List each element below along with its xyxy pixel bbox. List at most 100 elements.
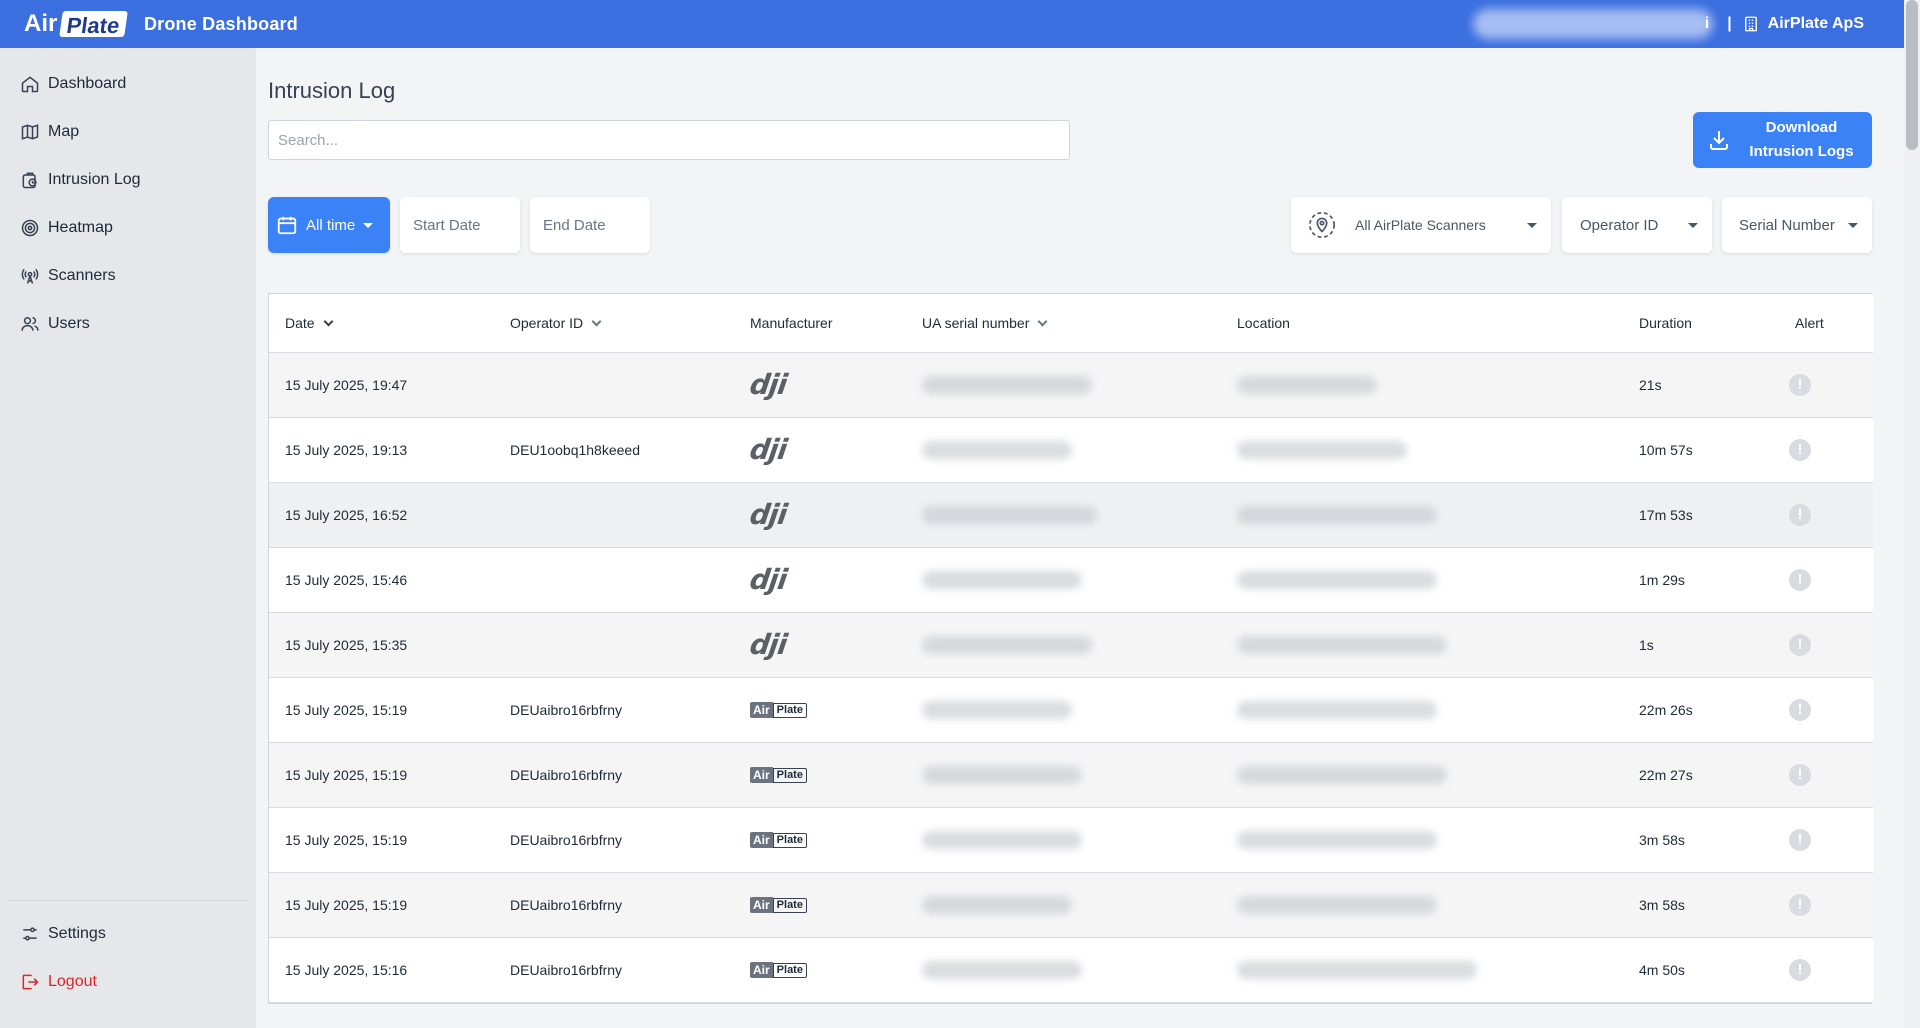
- redacted-location: [1237, 635, 1447, 654]
- cell-alert: !: [1779, 352, 1873, 418]
- sidebar-item-users[interactable]: Users: [0, 300, 256, 348]
- redacted-location: [1237, 505, 1437, 524]
- alert-icon[interactable]: !: [1789, 438, 1811, 461]
- table-row[interactable]: 15 July 2025, 15:19 DEUaibro16rbfrny Air Pl…: [269, 872, 1873, 938]
- cell-duration: 1m 29s: [1623, 547, 1779, 613]
- redacted-location: [1237, 440, 1407, 459]
- cell-ua-serial: [906, 482, 1221, 548]
- alert-icon[interactable]: !: [1789, 568, 1811, 591]
- redacted-location: [1237, 700, 1437, 719]
- page-scrollbar[interactable]: [1904, 0, 1920, 1028]
- cell-ua-serial: [906, 612, 1221, 678]
- alert-icon[interactable]: !: [1789, 633, 1811, 656]
- time-range-dropdown[interactable]: All time: [268, 197, 390, 253]
- cell-alert: !: [1779, 937, 1873, 1003]
- column-header-manufacturer: Manufacturer: [734, 294, 906, 353]
- sidebar-item-intrusion-log[interactable]: Intrusion Log: [0, 156, 256, 204]
- column-header-operator-id[interactable]: Operator ID: [494, 294, 734, 353]
- airplate-logo-small: Air Plate: [750, 962, 807, 978]
- start-date-field[interactable]: Start Date: [400, 197, 520, 253]
- table-row[interactable]: 15 July 2025, 15:46 dji 1m 29s!: [269, 547, 1873, 613]
- alert-icon[interactable]: !: [1789, 893, 1811, 916]
- sidebar-item-logout[interactable]: Logout: [0, 958, 256, 1006]
- airplate-logo-plate: Plate: [772, 703, 807, 718]
- sidebar-item-dashboard[interactable]: Dashboard: [0, 60, 256, 108]
- dji-logo: dji: [747, 627, 789, 661]
- table-row[interactable]: 15 July 2025, 15:19 DEUaibro16rbfrny Air Pl…: [269, 677, 1873, 743]
- cell-date: 15 July 2025, 19:13: [269, 417, 494, 483]
- scrollbar-thumb[interactable]: [1906, 0, 1918, 150]
- sidebar-item-map[interactable]: Map: [0, 108, 256, 156]
- sidebar-item-label: Logout: [48, 973, 97, 990]
- cell-duration: 3m 58s: [1623, 807, 1779, 873]
- download-label-line1: Download: [1765, 119, 1838, 136]
- cell-date: 15 July 2025, 15:46: [269, 547, 494, 613]
- org-name[interactable]: AirPlate ApS: [1768, 15, 1864, 33]
- alert-icon[interactable]: !: [1789, 763, 1811, 786]
- sidebar-item-label: Heatmap: [48, 219, 113, 236]
- operator-id-dropdown[interactable]: Operator ID: [1562, 197, 1712, 253]
- end-date-field[interactable]: End Date: [530, 197, 650, 253]
- redacted-location: [1237, 895, 1437, 914]
- alert-icon[interactable]: !: [1789, 958, 1811, 981]
- cell-location: [1221, 612, 1623, 678]
- dji-logo: dji: [747, 432, 789, 466]
- table-row[interactable]: 15 July 2025, 16:52 dji 17m 53s!: [269, 482, 1873, 548]
- sidebar: Dashboard Map Intrusion Log Heatmap Scan…: [0, 48, 256, 1028]
- redacted-location: [1237, 570, 1437, 589]
- start-date-placeholder: Start Date: [413, 216, 481, 234]
- download-intrusion-logs-button[interactable]: Download Intrusion Logs: [1693, 112, 1872, 168]
- cell-manufacturer: Air Plate: [734, 872, 906, 938]
- sidebar-item-label: Settings: [48, 925, 106, 942]
- alert-icon[interactable]: !: [1789, 828, 1811, 851]
- search-input[interactable]: [268, 120, 1070, 160]
- column-header-date[interactable]: Date: [269, 294, 494, 353]
- cell-manufacturer: Air Plate: [734, 742, 906, 808]
- cell-location: [1221, 482, 1623, 548]
- scanners-dropdown[interactable]: All AirPlate Scanners: [1291, 197, 1551, 253]
- table-row[interactable]: 15 July 2025, 15:35 dji 1s!: [269, 612, 1873, 678]
- airplate-logo-small: Air Plate: [750, 702, 807, 718]
- sidebar-item-settings[interactable]: Settings: [0, 910, 256, 958]
- redacted-serial: [922, 765, 1082, 784]
- cell-duration: 22m 26s: [1623, 677, 1779, 743]
- home-icon: [21, 76, 39, 93]
- cell-operator-id: DEUaibro16rbfrny: [494, 742, 734, 808]
- alert-icon[interactable]: !: [1789, 503, 1811, 526]
- building-icon: [1744, 16, 1757, 32]
- cell-alert: !: [1779, 417, 1873, 483]
- cell-location: [1221, 352, 1623, 418]
- scanners-value: All AirPlate Scanners: [1355, 217, 1486, 233]
- end-date-placeholder: End Date: [543, 216, 606, 234]
- sidebar-item-label: Intrusion Log: [48, 171, 141, 188]
- airplate-logo-small: Air Plate: [750, 767, 807, 783]
- cell-ua-serial: [906, 742, 1221, 808]
- table-row[interactable]: 15 July 2025, 19:13 DEU1oobq1h8keeed dji 10…: [269, 417, 1873, 483]
- serial-number-dropdown[interactable]: Serial Number: [1722, 197, 1872, 253]
- sidebar-item-scanners[interactable]: Scanners: [0, 252, 256, 300]
- top-header: Air Plate Drone Dashboard i | AirPlate A…: [0, 0, 1904, 48]
- cell-duration: 10m 57s: [1623, 417, 1779, 483]
- table-row[interactable]: 15 July 2025, 15:19 DEUaibro16rbfrny Air Pl…: [269, 807, 1873, 873]
- airplate-logo-plate: Plate: [772, 963, 807, 978]
- cell-alert: !: [1779, 872, 1873, 938]
- sidebar-item-heatmap[interactable]: Heatmap: [0, 204, 256, 252]
- cell-duration: 17m 53s: [1623, 482, 1779, 548]
- cell-duration: 3m 58s: [1623, 872, 1779, 938]
- user-name-redacted[interactable]: [1472, 9, 1713, 39]
- redacted-location: [1237, 960, 1477, 979]
- header-separator: |: [1727, 15, 1732, 32]
- column-header-ua-serial[interactable]: UA serial number: [906, 294, 1221, 353]
- alert-icon[interactable]: !: [1789, 373, 1811, 396]
- caret-down-icon: [1688, 222, 1698, 228]
- alert-icon[interactable]: !: [1789, 698, 1811, 721]
- time-range-value: All time: [306, 216, 356, 234]
- cell-operator-id: DEUaibro16rbfrny: [494, 677, 734, 743]
- table-row[interactable]: 15 July 2025, 19:47 dji 21s!: [269, 352, 1873, 418]
- airplate-logo[interactable]: Air Plate: [24, 9, 128, 39]
- column-header-alert: Alert: [1779, 294, 1873, 353]
- table-row[interactable]: 15 July 2025, 15:16 DEUaibro16rbfrny Air Pl…: [269, 937, 1873, 1003]
- table-row[interactable]: 15 July 2025, 15:19 DEUaibro16rbfrny Air Pl…: [269, 742, 1873, 808]
- cell-date: 15 July 2025, 15:35: [269, 612, 494, 678]
- cell-ua-serial: [906, 547, 1221, 613]
